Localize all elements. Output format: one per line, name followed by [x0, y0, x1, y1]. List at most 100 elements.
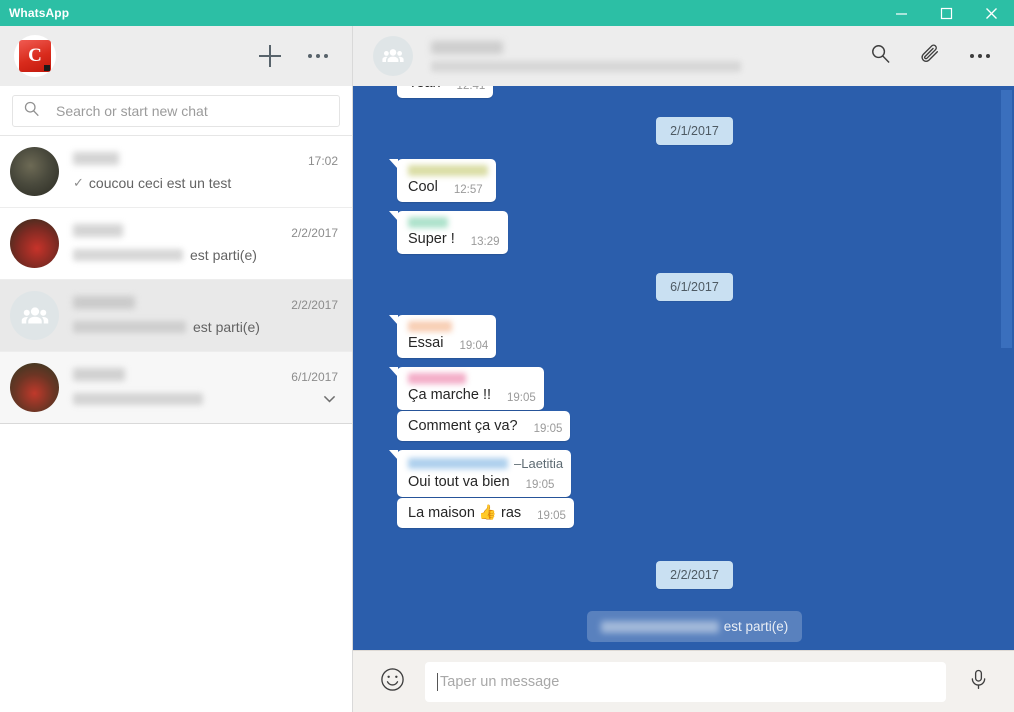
message-body: Super ! 13:29	[408, 230, 500, 249]
chat-item-top-row: 6/1/2017	[73, 368, 338, 384]
whatsapp-window: WhatsApp C	[0, 0, 1014, 712]
avatar	[10, 219, 59, 268]
message-bubble[interactable]: –Laetitia Oui tout va bien 19:05	[397, 450, 571, 497]
conversation-title-redacted	[431, 41, 503, 54]
system-name-redacted	[601, 621, 719, 633]
more-options-icon	[308, 54, 328, 58]
message-sender	[408, 217, 500, 228]
conversation-search-button[interactable]	[860, 36, 900, 76]
group-name-redacted	[73, 296, 135, 309]
message-time: 19:05	[526, 479, 555, 492]
chat-list-item[interactable]: 2/2/2017 est parti(e)	[0, 208, 352, 280]
chat-list-item[interactable]: 17:02 ✓ coucou ceci est un test	[0, 136, 352, 208]
sender-name-redacted	[408, 458, 508, 469]
message-text: Cool	[408, 178, 438, 197]
message-scrollbar[interactable]	[1001, 86, 1012, 650]
message-bubble[interactable]: La maison 👍 ras 19:05	[397, 498, 574, 528]
message-text: Yeah	[408, 86, 441, 93]
message-input-box[interactable]	[425, 662, 946, 702]
message-row: Comment ça va? 19:05	[397, 411, 992, 441]
preview-text-redacted	[73, 393, 203, 405]
voice-message-button[interactable]	[962, 666, 994, 698]
preview-name-redacted	[73, 321, 186, 333]
chevron-down-icon[interactable]	[313, 390, 338, 407]
message-sender	[408, 373, 536, 384]
message-body: La maison 👍 ras 19:05	[408, 504, 566, 523]
conversation-participants-redacted	[431, 61, 741, 72]
message-input[interactable]	[437, 673, 934, 691]
search-input[interactable]	[56, 103, 329, 119]
smiley-icon	[379, 666, 406, 698]
message-sender	[408, 321, 488, 332]
message-text: Ça marche !!	[408, 386, 491, 405]
close-button[interactable]	[969, 0, 1014, 26]
message-body: Cool 12:57	[408, 178, 488, 197]
message-bubble[interactable]: Yeah 12:41	[397, 86, 493, 98]
chat-item-content: 6/1/2017	[73, 368, 338, 407]
sender-name-redacted	[408, 165, 488, 176]
message-bubble[interactable]: Ça marche !! 19:05	[397, 367, 544, 410]
message-bubble[interactable]: Super ! 13:29	[397, 211, 508, 254]
search-box[interactable]	[12, 95, 340, 127]
profile-avatar[interactable]: C	[14, 35, 56, 77]
chat-list-item-selected[interactable]: 2/2/2017 est parti(e)	[0, 280, 352, 352]
title-bar: WhatsApp	[0, 0, 1014, 26]
message-text: La maison 👍 ras	[408, 504, 521, 523]
chat-item-top-row: 17:02	[73, 152, 338, 168]
date-separator: 6/1/2017	[397, 273, 992, 301]
message-bubble[interactable]: Comment ça va? 19:05	[397, 411, 570, 441]
maximize-button[interactable]	[924, 0, 969, 26]
conversation-group-avatar	[373, 36, 413, 76]
message-time: 19:04	[459, 340, 488, 353]
plus-icon	[259, 45, 281, 67]
emoji-button[interactable]	[375, 665, 409, 699]
chat-list[interactable]: 17:02 ✓ coucou ceci est un test	[0, 136, 352, 712]
message-time: 12:57	[454, 184, 483, 197]
message-sender	[408, 165, 488, 176]
date-separator: 2/1/2017	[397, 117, 992, 145]
attach-button[interactable]	[910, 36, 950, 76]
message-area[interactable]: Yeah 12:41 2/1/2017	[353, 86, 1014, 650]
message-text: Super !	[408, 230, 455, 249]
window-controls	[879, 0, 1014, 26]
sidebar-menu-button[interactable]	[298, 36, 338, 76]
message-time: 12:41	[457, 86, 486, 93]
contact-name-redacted	[73, 152, 119, 165]
chat-preview-text: est parti(e)	[193, 319, 260, 335]
chat-item-preview-row: est parti(e)	[73, 246, 338, 263]
conversation-menu-button[interactable]	[960, 36, 1000, 76]
chat-list-item[interactable]: 6/1/2017	[0, 352, 352, 424]
message-row: Ça marche !! 19:05	[397, 367, 992, 410]
paperclip-icon	[919, 43, 941, 70]
contact-name-redacted	[73, 368, 125, 381]
conversation-header[interactable]	[353, 26, 1014, 86]
microphone-icon	[967, 668, 990, 696]
search-icon	[870, 43, 891, 69]
sender-name-redacted	[408, 217, 448, 228]
message-text: Comment ça va?	[408, 417, 518, 436]
message-bubble[interactable]: Essai 19:04	[397, 315, 496, 358]
chat-item-content: 2/2/2017 est parti(e)	[73, 296, 338, 335]
message-body: Ça marche !! 19:05	[408, 386, 536, 405]
message-row: Yeah 12:41	[397, 86, 992, 98]
chat-preview-text: coucou ceci est un test	[89, 175, 231, 191]
message-text: Essai	[408, 334, 443, 353]
message-body: Essai 19:04	[408, 334, 488, 353]
search-icon	[23, 100, 40, 122]
sender-name-redacted	[408, 321, 452, 332]
contact-name-redacted	[73, 224, 123, 237]
message-time: 13:29	[471, 236, 500, 249]
conversation-actions	[860, 36, 1000, 76]
chat-timestamp: 2/2/2017	[283, 298, 338, 312]
scrollbar-thumb[interactable]	[1001, 90, 1012, 348]
chat-item-preview-row	[73, 390, 338, 407]
system-message: est parti(e)	[587, 611, 803, 642]
minimize-button[interactable]	[879, 0, 924, 26]
chat-item-content: 2/2/2017 est parti(e)	[73, 224, 338, 263]
group-icon	[20, 301, 50, 331]
message-row: –Laetitia Oui tout va bien 19:05	[397, 450, 992, 497]
message-bubble[interactable]: Cool 12:57	[397, 159, 496, 202]
avatar	[10, 147, 59, 196]
new-chat-button[interactable]	[250, 36, 290, 76]
message-time: 19:05	[507, 392, 536, 405]
